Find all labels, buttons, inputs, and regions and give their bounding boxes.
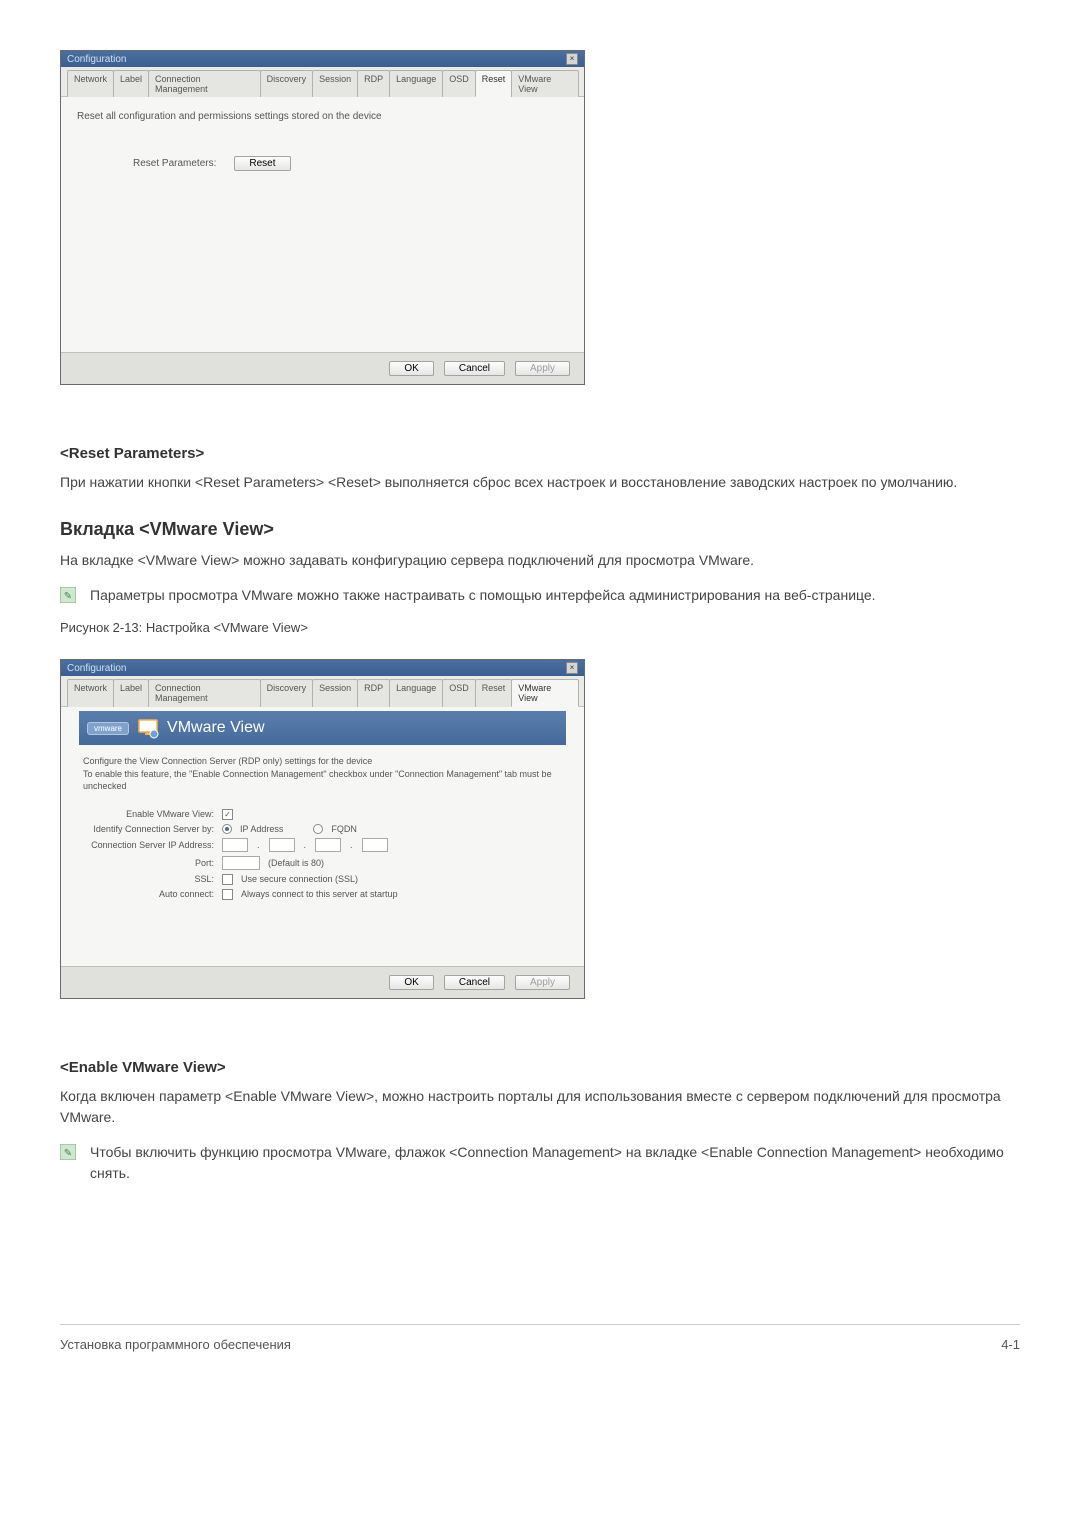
- checkbox-enable-vmware-view[interactable]: ✓: [222, 809, 233, 820]
- tab-vmware-view[interactable]: VMware View: [511, 679, 579, 707]
- button-bar: OK Cancel Apply: [61, 966, 584, 998]
- window-title: Configuration: [67, 54, 126, 65]
- note-block-2: ✎ Чтобы включить функцию просмотра VMwar…: [60, 1142, 1020, 1184]
- tab-connection-management[interactable]: Connection Management: [148, 679, 261, 707]
- ip-octet-1[interactable]: [222, 838, 248, 852]
- reset-button[interactable]: Reset: [234, 156, 290, 171]
- reset-description: Reset all configuration and permissions …: [77, 111, 568, 122]
- tabs-row: Network Label Connection Management Disc…: [61, 67, 584, 97]
- para-enable-vmware-view: Когда включен параметр <Enable VMware Vi…: [60, 1086, 1020, 1128]
- label-auto-connect: Auto connect:: [77, 889, 222, 899]
- heading-enable-vmware-view: <Enable VMware View>: [60, 1059, 1020, 1076]
- page-footer: Установка программного обеспечения 4-1: [60, 1324, 1020, 1352]
- vmware-badge: vmware: [87, 722, 129, 735]
- label-ssl: SSL:: [77, 874, 222, 884]
- radio-ip-address-label: IP Address: [240, 824, 283, 834]
- tab-content-reset: Reset all configuration and permissions …: [61, 97, 584, 352]
- tab-connection-management[interactable]: Connection Management: [148, 70, 261, 97]
- apply-button[interactable]: Apply: [515, 361, 570, 376]
- label-identify-server: Identify Connection Server by:: [77, 824, 222, 834]
- tab-content-vmware: vmware VMware View Configure the View Co…: [61, 711, 584, 966]
- tab-label[interactable]: Label: [113, 70, 149, 97]
- radio-ip-address[interactable]: [222, 824, 232, 834]
- ip-octet-4[interactable]: [362, 838, 388, 852]
- heading-vmware-view-tab: Вкладка <VMware View>: [60, 519, 1020, 540]
- tab-language[interactable]: Language: [389, 70, 443, 97]
- label-server-ip: Connection Server IP Address:: [77, 840, 222, 850]
- vmware-desc-2: To enable this feature, the "Enable Conn…: [77, 768, 568, 793]
- titlebar: Configuration ×: [61, 660, 584, 676]
- reset-parameters-label: Reset Parameters:: [133, 158, 216, 169]
- close-icon[interactable]: ×: [566, 662, 578, 674]
- figure-caption: Рисунок 2-13: Настройка <VMware View>: [60, 620, 1020, 635]
- tab-label[interactable]: Label: [113, 679, 149, 707]
- tab-rdp[interactable]: RDP: [357, 679, 390, 707]
- svg-text:✎: ✎: [64, 591, 72, 602]
- vmware-header-banner: vmware VMware View: [79, 711, 566, 745]
- reset-row: Reset Parameters: Reset: [133, 156, 568, 171]
- titlebar: Configuration ×: [61, 51, 584, 67]
- para-vmware-intro: На вкладке <VMware View> можно задавать …: [60, 550, 1020, 571]
- label-enable-vmware-view: Enable VMware View:: [77, 809, 222, 819]
- vmware-desc-1: Configure the View Connection Server (RD…: [77, 755, 568, 768]
- tab-network[interactable]: Network: [67, 70, 114, 97]
- tab-session[interactable]: Session: [312, 70, 358, 97]
- tab-network[interactable]: Network: [67, 679, 114, 707]
- info-icon: ✎: [60, 587, 76, 603]
- note-block-1: ✎ Параметры просмотра VMware можно также…: [60, 585, 1020, 606]
- tab-rdp[interactable]: RDP: [357, 70, 390, 97]
- checkbox-ssl[interactable]: [222, 874, 233, 885]
- tab-osd[interactable]: OSD: [442, 679, 476, 707]
- tab-discovery[interactable]: Discovery: [260, 679, 314, 707]
- tab-reset[interactable]: Reset: [475, 70, 513, 97]
- footer-right: 4-1: [1001, 1337, 1020, 1352]
- ok-button[interactable]: OK: [389, 975, 433, 990]
- ip-octet-3[interactable]: [315, 838, 341, 852]
- ip-octet-2[interactable]: [269, 838, 295, 852]
- tab-reset[interactable]: Reset: [475, 679, 513, 707]
- svg-text:✎: ✎: [64, 1148, 72, 1159]
- tab-vmware-view[interactable]: VMware View: [511, 70, 579, 97]
- tabs-row: Network Label Connection Management Disc…: [61, 676, 584, 707]
- config-window-reset: Configuration × Network Label Connection…: [60, 50, 585, 385]
- note-text-1: Параметры просмотра VMware можно также н…: [90, 585, 1020, 606]
- port-input[interactable]: [222, 856, 260, 870]
- monitor-icon: [137, 717, 159, 739]
- ok-button[interactable]: OK: [389, 361, 433, 376]
- port-default-text: (Default is 80): [268, 858, 324, 868]
- vmware-header-title: VMware View: [167, 719, 265, 737]
- window-title: Configuration: [67, 663, 126, 674]
- info-icon: ✎: [60, 1144, 76, 1160]
- radio-fqdn[interactable]: [313, 824, 323, 834]
- button-bar: OK Cancel Apply: [61, 352, 584, 384]
- tab-discovery[interactable]: Discovery: [260, 70, 314, 97]
- note-text-2: Чтобы включить функцию просмотра VMware,…: [90, 1142, 1020, 1184]
- radio-fqdn-label: FQDN: [331, 824, 357, 834]
- heading-reset-parameters: <Reset Parameters>: [60, 445, 1020, 462]
- label-port: Port:: [77, 858, 222, 868]
- vmware-form: Enable VMware View: ✓ Identify Connectio…: [77, 807, 568, 902]
- config-window-vmware: Configuration × Network Label Connection…: [60, 659, 585, 999]
- checkbox-auto-connect[interactable]: [222, 889, 233, 900]
- footer-left: Установка программного обеспечения: [60, 1337, 291, 1352]
- ssl-text: Use secure connection (SSL): [241, 874, 358, 884]
- tab-session[interactable]: Session: [312, 679, 358, 707]
- cancel-button[interactable]: Cancel: [444, 361, 505, 376]
- cancel-button[interactable]: Cancel: [444, 975, 505, 990]
- tab-osd[interactable]: OSD: [442, 70, 476, 97]
- para-reset-parameters: При нажатии кнопки <Reset Parameters> <R…: [60, 472, 1020, 493]
- tab-language[interactable]: Language: [389, 679, 443, 707]
- close-icon[interactable]: ×: [566, 53, 578, 65]
- auto-connect-text: Always connect to this server at startup: [241, 889, 398, 899]
- apply-button[interactable]: Apply: [515, 975, 570, 990]
